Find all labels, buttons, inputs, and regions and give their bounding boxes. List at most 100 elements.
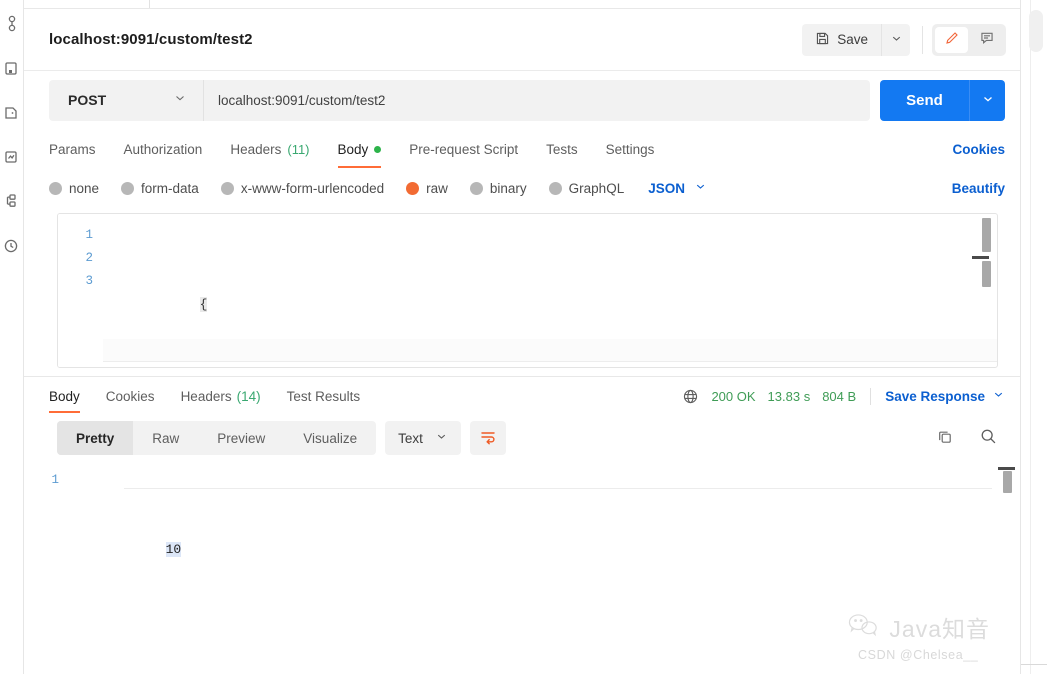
comment-request-button[interactable]: [970, 27, 1003, 53]
body-type-graphql[interactable]: GraphQL: [548, 181, 624, 196]
response-time: 13.83 s: [767, 388, 811, 404]
radio-icon: [121, 181, 135, 195]
tab-pre-request-script[interactable]: Pre-request Script: [395, 129, 532, 169]
response-status-bar: 200 OK 13.83 s 804 B Save Response: [682, 377, 1005, 415]
cookies-link[interactable]: Cookies: [952, 129, 1005, 169]
body-type-binary[interactable]: binary: [469, 180, 527, 196]
scroll-thumb-secondary[interactable]: [982, 261, 991, 287]
left-sidebar-rail: [0, 0, 24, 674]
tab-strip: [24, 0, 1020, 9]
line-number: 3: [85, 274, 93, 288]
environments-icon[interactable]: [1, 102, 23, 124]
tab-authorization[interactable]: Authorization: [110, 129, 217, 169]
body-type-binary-label: binary: [489, 180, 527, 196]
body-format-select[interactable]: JSON: [648, 180, 707, 196]
line-number: 1: [51, 473, 59, 487]
copy-icon: [936, 428, 954, 449]
response-toolbar: Pretty Raw Preview Visualize Text: [24, 415, 1020, 461]
tab-body[interactable]: Body: [324, 129, 396, 169]
body-type-raw[interactable]: raw: [406, 181, 448, 196]
floppy-disk-icon: [815, 31, 830, 49]
search-response-button[interactable]: [971, 421, 1005, 455]
http-method-label: POST: [68, 92, 107, 108]
send-button[interactable]: Send: [880, 79, 969, 121]
chevron-down-icon: [992, 388, 1005, 404]
response-body-viewer[interactable]: 1 10 Java知音 CSDN @Chelsea__: [24, 461, 1020, 674]
chevron-down-icon: [173, 91, 187, 110]
response-code-lines[interactable]: 10: [69, 469, 1020, 584]
response-tab-headers[interactable]: Headers (14): [168, 377, 274, 415]
tab-authorization-label: Authorization: [123, 141, 203, 157]
url-input[interactable]: localhost:9091/custom/test2: [204, 80, 870, 121]
tab-params[interactable]: Params: [49, 129, 110, 169]
scroll-thumb[interactable]: [1003, 471, 1012, 493]
collections-icon[interactable]: [1, 14, 23, 36]
monitors-icon[interactable]: [1, 146, 23, 168]
body-type-none[interactable]: none: [49, 181, 99, 196]
save-options-button[interactable]: [881, 23, 910, 56]
edit-request-button[interactable]: [935, 26, 968, 53]
globe-icon[interactable]: [682, 388, 699, 405]
response-value: 10: [165, 542, 182, 557]
response-view-pretty[interactable]: Pretty: [57, 421, 134, 455]
watermark-title: Java知音: [889, 616, 990, 642]
radio-icon: [469, 181, 483, 195]
mock-servers-icon[interactable]: [1, 190, 23, 212]
request-line-numbers: 1 2 3: [58, 214, 103, 367]
copy-response-button[interactable]: [928, 421, 962, 455]
response-tab-test-results[interactable]: Test Results: [274, 377, 374, 415]
request-code-area: 1 2 3 { ····"id":·"10" }: [58, 214, 997, 367]
history-icon[interactable]: [1, 234, 23, 256]
body-type-form-data[interactable]: form-data: [121, 181, 199, 196]
url-row: POST localhost:9091/custom/test2 Send: [24, 71, 1020, 129]
radio-icon: [220, 181, 234, 195]
radio-icon: [548, 181, 562, 195]
http-method-select[interactable]: POST: [49, 79, 204, 121]
tab-headers-label: Headers: [230, 141, 282, 157]
body-has-content-dot-icon: [374, 145, 382, 153]
save-button[interactable]: Save: [802, 23, 881, 56]
request-editor-scrollbar[interactable]: [972, 214, 991, 367]
save-button-group: Save: [802, 23, 910, 56]
response-tab-headers-count: (14): [236, 388, 261, 404]
tab-tests-label: Tests: [546, 141, 578, 157]
tab-settings[interactable]: Settings: [592, 129, 669, 169]
response-tab-body[interactable]: Body: [49, 377, 93, 415]
request-title-row: localhost:9091/custom/test2 Save: [24, 9, 1020, 71]
body-type-raw-label: raw: [426, 180, 448, 196]
response-view-preview[interactable]: Preview: [198, 421, 284, 455]
response-editor-scrollbar[interactable]: [998, 467, 1015, 507]
wechat-icon: [846, 611, 880, 644]
code-line: ····"id":·"10": [103, 339, 997, 367]
tab-headers[interactable]: Headers (11): [216, 129, 323, 169]
response-view-visualize[interactable]: Visualize: [284, 421, 376, 455]
meta-divider: [870, 387, 872, 405]
beautify-link[interactable]: Beautify: [952, 181, 1005, 196]
response-format-label: Text: [398, 430, 423, 446]
response-code-area: 1 10: [24, 461, 1020, 584]
tab-tests[interactable]: Tests: [532, 129, 592, 169]
response-format-select[interactable]: Text: [385, 421, 461, 455]
tab-divider: [149, 0, 150, 8]
word-wrap-button[interactable]: [469, 421, 506, 455]
apis-icon[interactable]: [1, 58, 23, 80]
body-type-urlencoded[interactable]: x-www-form-urlencoded: [220, 181, 384, 196]
scroll-thumb[interactable]: [982, 218, 991, 252]
json-token-indent: ····: [200, 366, 231, 367]
save-response-button[interactable]: Save Response: [885, 388, 1005, 404]
tabs-spacer: [668, 129, 952, 169]
chevron-down-icon: [890, 32, 903, 48]
response-tab-cookies[interactable]: Cookies: [93, 377, 168, 415]
page-scrollbar-thumb[interactable]: [1029, 10, 1043, 52]
comment-icon: [979, 30, 995, 49]
right-sidebar-rail: [1020, 0, 1047, 674]
response-view-switch: Pretty Raw Preview Visualize: [57, 421, 377, 455]
chevron-down-icon: [694, 180, 707, 196]
chevron-down-icon: [435, 430, 448, 446]
request-body-editor[interactable]: 1 2 3 { ····"id":·"10" }: [57, 213, 998, 368]
response-view-raw[interactable]: Raw: [133, 421, 198, 455]
send-options-button[interactable]: [969, 79, 1005, 121]
pencil-icon: [944, 30, 960, 49]
request-tabs: Params Authorization Headers (11) Body P…: [24, 129, 1020, 169]
request-code-lines[interactable]: { ····"id":·"10" }: [103, 214, 997, 367]
